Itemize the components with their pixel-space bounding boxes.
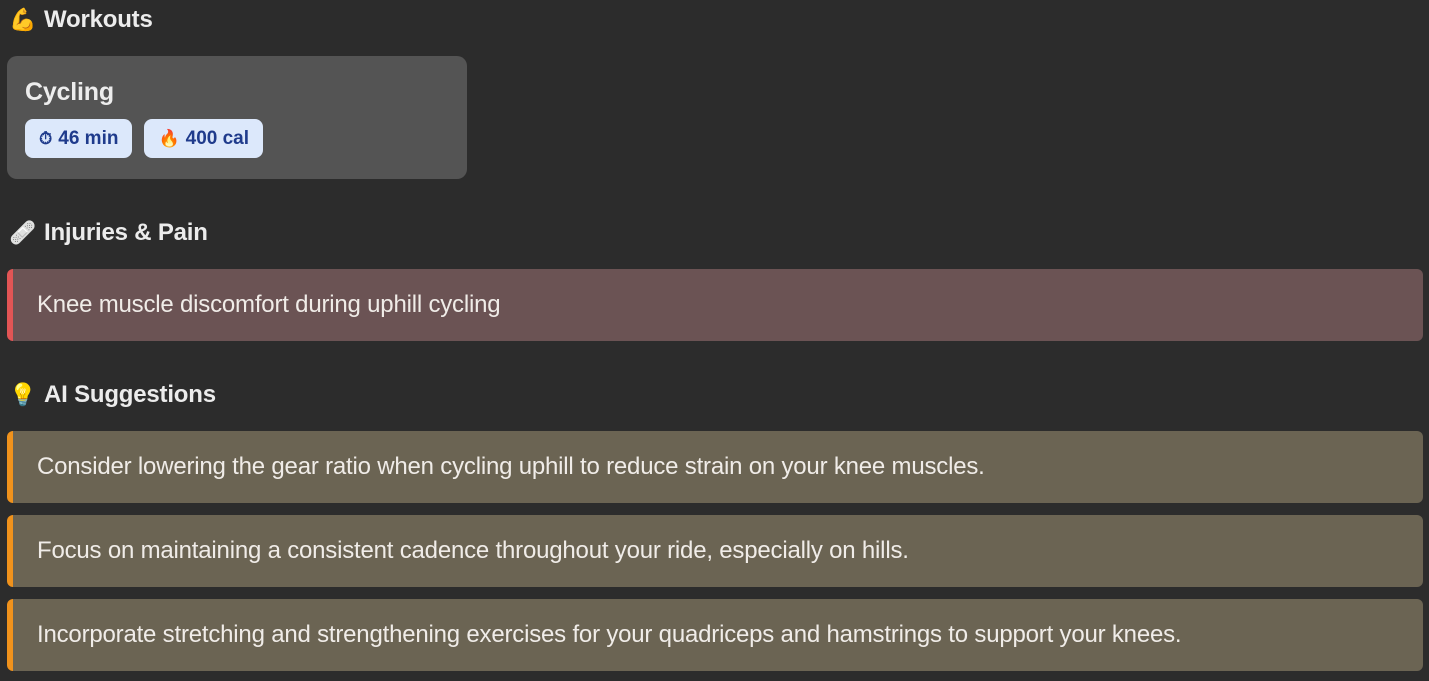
workout-stats: ⏱ 46 min 🔥 400 cal [25,119,449,158]
calories-badge: 🔥 400 cal [144,119,264,158]
adhesive-bandage-icon: 🩹 [9,220,37,245]
suggestion-item: Focus on maintaining a consistent cadenc… [7,515,1423,587]
ai-suggestions-heading-label: AI Suggestions [44,381,216,408]
duration-badge: ⏱ 46 min [25,119,133,158]
fire-icon: 🔥 [158,128,180,148]
duration-label: 46 min [58,127,119,149]
stopwatch-icon: ⏱ [39,128,53,148]
workout-card: Cycling ⏱ 46 min 🔥 400 cal [7,56,467,179]
injuries-heading-label: Injuries & Pain [44,219,208,246]
light-bulb-icon: 💡 [9,382,37,407]
calories-label: 400 cal [185,127,250,149]
flexed-biceps-icon: 💪 [9,7,37,32]
injury-item: Knee muscle discomfort during uphill cyc… [7,269,1423,341]
suggestion-item: Consider lowering the gear ratio when cy… [7,431,1423,503]
workout-summary-page: 💪 Workouts Cycling ⏱ 46 min 🔥 400 cal 🩹 … [0,0,1429,681]
injuries-heading: 🩹 Injuries & Pain [9,219,208,247]
suggestion-item: Incorporate stretching and strengthening… [7,599,1423,671]
workouts-heading: 💪 Workouts [9,6,153,34]
workouts-heading-label: Workouts [44,6,153,33]
workout-name: Cycling [25,78,114,106]
ai-suggestions-heading: 💡 AI Suggestions [9,381,216,409]
